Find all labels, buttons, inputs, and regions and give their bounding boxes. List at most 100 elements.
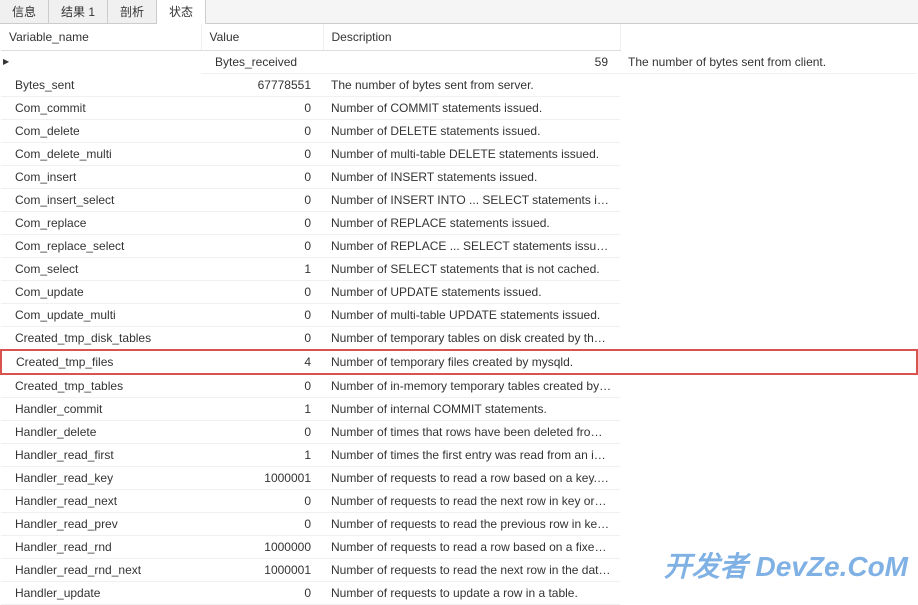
cell-variable-name: Handler_commit: [1, 398, 201, 421]
table-row[interactable]: Created_tmp_tables0Number of in-memory t…: [1, 374, 917, 398]
cell-variable-name: Handler_read_first: [1, 444, 201, 467]
tab-info[interactable]: 信息: [0, 0, 49, 23]
cell-value: 1000001: [201, 467, 323, 490]
table-row[interactable]: Handler_read_key1000001Number of request…: [1, 467, 917, 490]
table-row[interactable]: Handler_read_first1Number of times the f…: [1, 444, 917, 467]
cell-variable-name: Created_tmp_disk_tables: [1, 327, 201, 351]
table-row[interactable]: Handler_read_rnd1000000Number of request…: [1, 536, 917, 559]
table-row[interactable]: Com_select1Number of SELECT statements t…: [1, 258, 917, 281]
cell-value: 1: [201, 258, 323, 281]
cell-value: 0: [201, 304, 323, 327]
table-row[interactable]: Com_insert0Number of INSERT statements i…: [1, 166, 917, 189]
col-value[interactable]: Value: [201, 24, 323, 51]
table-row[interactable]: Handler_delete0Number of times that rows…: [1, 421, 917, 444]
status-table: Variable_name Value Description Bytes_re…: [0, 24, 918, 605]
cell-variable-name: Com_replace_select: [1, 235, 201, 258]
cell-value: 0: [201, 281, 323, 304]
table-row[interactable]: Com_update_multi0Number of multi-table U…: [1, 304, 917, 327]
cell-variable-name: Created_tmp_files: [1, 350, 201, 374]
cell-variable-name: Created_tmp_tables: [1, 374, 201, 398]
cell-description: Number of times the first entry was read…: [323, 444, 620, 467]
table-row[interactable]: Com_replace_select0Number of REPLACE ...…: [1, 235, 917, 258]
col-description[interactable]: Description: [323, 24, 620, 51]
cell-description: Number of SELECT statements that is not …: [323, 258, 620, 281]
tab-profile[interactable]: 剖析: [108, 0, 157, 23]
cell-value: 0: [201, 421, 323, 444]
cell-variable-name: Bytes_received: [201, 51, 323, 74]
table-row[interactable]: Com_update0Number of UPDATE statements i…: [1, 281, 917, 304]
cell-value: 0: [201, 143, 323, 166]
table-row[interactable]: Com_insert_select0Number of INSERT INTO …: [1, 189, 917, 212]
cell-description: Number of REPLACE statements issued.: [323, 212, 620, 235]
cell-description: Number of requests to read the next row …: [323, 559, 620, 582]
table-row[interactable]: Com_delete0Number of DELETE statements i…: [1, 120, 917, 143]
cell-description: Number of multi-table UPDATE statements …: [323, 304, 620, 327]
cell-variable-name: Com_commit: [1, 97, 201, 120]
cell-value: 0: [201, 513, 323, 536]
table-row[interactable]: Bytes_sent67778551The number of bytes se…: [1, 74, 917, 97]
table-row[interactable]: Handler_read_prev0Number of requests to …: [1, 513, 917, 536]
col-variable-name[interactable]: Variable_name: [1, 24, 201, 51]
cell-value: 1: [201, 398, 323, 421]
cell-variable-name: Bytes_sent: [1, 74, 201, 97]
cell-description: Number of requests to read the next row …: [323, 490, 620, 513]
table-row[interactable]: Bytes_received59The number of bytes sent…: [1, 51, 917, 74]
cell-description: Number of COMMIT statements issued.: [323, 97, 620, 120]
cell-variable-name: Handler_read_next: [1, 490, 201, 513]
cell-variable-name: Handler_delete: [1, 421, 201, 444]
cell-value: 0: [201, 97, 323, 120]
cell-variable-name: Com_update: [1, 281, 201, 304]
cell-description: The number of bytes sent from server.: [323, 74, 620, 97]
table-row[interactable]: Handler_read_next0Number of requests to …: [1, 490, 917, 513]
cell-description: Number of UPDATE statements issued.: [323, 281, 620, 304]
cell-description: Number of multi-table DELETE statements …: [323, 143, 620, 166]
cell-description: Number of REPLACE ... SELECT statements …: [323, 235, 620, 258]
cell-value: 0: [201, 582, 323, 605]
tab-status[interactable]: 状态: [157, 0, 206, 24]
cell-value: 0: [201, 374, 323, 398]
cell-value: 0: [201, 235, 323, 258]
table-row[interactable]: Handler_update0Number of requests to upd…: [1, 582, 917, 605]
cell-value: 0: [201, 212, 323, 235]
table-row[interactable]: Handler_commit1Number of internal COMMIT…: [1, 398, 917, 421]
cell-variable-name: Com_update_multi: [1, 304, 201, 327]
cell-variable-name: Handler_read_key: [1, 467, 201, 490]
cell-description: Number of in-memory temporary tables cre…: [323, 374, 620, 398]
cell-description: Number of INSERT statements issued.: [323, 166, 620, 189]
cell-description: Number of times that rows have been dele…: [323, 421, 620, 444]
cell-value: 0: [201, 490, 323, 513]
cell-value: 0: [201, 189, 323, 212]
cell-value: 0: [201, 120, 323, 143]
tab-bar: 信息 结果 1 剖析 状态: [0, 0, 918, 24]
cell-description: Number of requests to update a row in a …: [323, 582, 620, 605]
cell-variable-name: Com_insert: [1, 166, 201, 189]
cell-value: 1: [201, 444, 323, 467]
table-row[interactable]: Com_delete_multi0Number of multi-table D…: [1, 143, 917, 166]
table-row[interactable]: Handler_read_rnd_next1000001Number of re…: [1, 559, 917, 582]
table-row[interactable]: Created_tmp_files4Number of temporary fi…: [1, 350, 917, 374]
cell-variable-name: Handler_update: [1, 582, 201, 605]
cell-value: 59: [323, 51, 620, 74]
cell-description: Number of temporary files created by mys…: [323, 350, 620, 374]
cell-value: 1000001: [201, 559, 323, 582]
cell-variable-name: Com_insert_select: [1, 189, 201, 212]
cell-description: Number of requests to read a row based o…: [323, 536, 620, 559]
cell-variable-name: Com_delete_multi: [1, 143, 201, 166]
cell-variable-name: Com_select: [1, 258, 201, 281]
cell-value: 1000000: [201, 536, 323, 559]
cell-value: 67778551: [201, 74, 323, 97]
table-row[interactable]: Com_commit0Number of COMMIT statements i…: [1, 97, 917, 120]
table-header-row: Variable_name Value Description: [1, 24, 917, 51]
status-table-container[interactable]: Variable_name Value Description Bytes_re…: [0, 24, 918, 605]
cell-variable-name: Handler_read_prev: [1, 513, 201, 536]
cell-value: 4: [201, 350, 323, 374]
tab-result1[interactable]: 结果 1: [49, 0, 108, 23]
cell-description: Number of requests to read a row based o…: [323, 467, 620, 490]
table-row[interactable]: Created_tmp_disk_tables0Number of tempor…: [1, 327, 917, 351]
cell-description: Number of INSERT INTO ... SELECT stateme…: [323, 189, 620, 212]
cell-description: The number of bytes sent from client.: [620, 51, 917, 74]
cell-description: Number of internal COMMIT statements.: [323, 398, 620, 421]
cell-value: 0: [201, 166, 323, 189]
table-row[interactable]: Com_replace0Number of REPLACE statements…: [1, 212, 917, 235]
cell-description: Number of DELETE statements issued.: [323, 120, 620, 143]
